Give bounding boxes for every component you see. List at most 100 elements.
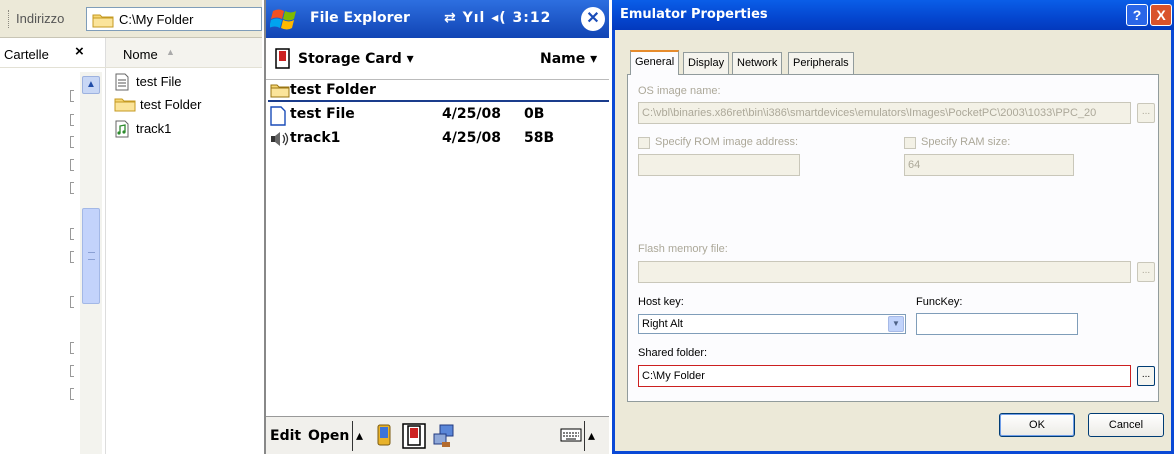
item-date: 4/25/08 xyxy=(442,106,501,122)
pocket-pc-file-explorer: File Explorer ⇄ Yıl ◂( 3:12 ✕ Storage Ca… xyxy=(264,0,609,454)
cancel-button[interactable]: Cancel xyxy=(1088,413,1164,437)
tree-connector xyxy=(70,90,74,102)
scroll-up-button[interactable]: ▲ xyxy=(82,76,100,94)
funckey-label: FuncKey: xyxy=(916,296,963,308)
item-date: 4/25/08 xyxy=(442,130,501,146)
rom-address-checkbox[interactable] xyxy=(638,137,650,149)
tab-general[interactable]: General xyxy=(630,50,680,75)
speaker-icon xyxy=(271,132,289,146)
flash-memory-input[interactable] xyxy=(638,261,1131,283)
files-pane: Nome ▲ test File test Folder track1 xyxy=(106,38,262,454)
flash-memory-label: Flash memory file: xyxy=(638,243,728,255)
host-key-value: Right Alt xyxy=(642,318,683,330)
windows-explorer-window: Indirizzo C:\My Folder Cartelle × ▲ Nome… xyxy=(0,0,262,454)
flash-browse-button[interactable]: ... xyxy=(1137,262,1155,282)
file-list-item[interactable]: test Folder xyxy=(110,94,260,116)
address-label: Indirizzo xyxy=(16,11,65,26)
rom-address-input[interactable] xyxy=(638,154,800,176)
scroll-grip xyxy=(88,252,95,260)
shared-folder-label: Shared folder: xyxy=(638,347,708,359)
tree-connector xyxy=(70,388,74,400)
edit-menu[interactable]: Edit xyxy=(270,428,301,444)
tree-connector xyxy=(70,251,74,263)
item-size: 0B xyxy=(524,106,545,122)
folders-pane: Cartelle × ▲ xyxy=(0,38,106,454)
keyboard-icon[interactable] xyxy=(560,423,582,447)
folders-pane-header: Cartelle × xyxy=(0,38,106,68)
emulator-properties-dialog: Emulator Properties ? X General Display … xyxy=(612,0,1174,454)
host-key-label: Host key: xyxy=(638,296,684,308)
tree-connector xyxy=(70,296,74,308)
network-icon[interactable] xyxy=(432,423,456,449)
help-button[interactable]: ? xyxy=(1126,4,1148,26)
folders-scrollbar[interactable]: ▲ xyxy=(80,72,102,454)
pocket-title: File Explorer xyxy=(310,10,410,26)
pocket-device-icon[interactable] xyxy=(376,423,392,447)
music-file-icon xyxy=(115,120,129,138)
name-column-label: Nome xyxy=(123,47,158,62)
tab-peripherals[interactable]: Peripherals xyxy=(788,52,854,74)
folder-icon xyxy=(114,98,136,112)
menu-separator xyxy=(352,421,353,451)
tree-connector xyxy=(70,182,74,194)
input-panel-arrow[interactable]: ▴ xyxy=(588,428,595,444)
file-name: test Folder xyxy=(140,97,202,112)
pocket-list-item[interactable]: test Folder xyxy=(268,80,609,102)
tab-display[interactable]: Display xyxy=(683,52,730,74)
status-indicators[interactable]: ⇄ Yıl ◂( 3:12 xyxy=(444,10,551,26)
tab-network[interactable]: Network xyxy=(732,52,783,74)
os-image-input[interactable]: C:\vbl\binaries.x86ret\bin\i386\smartdev… xyxy=(638,102,1131,124)
host-key-select[interactable]: Right Alt ▼ xyxy=(638,314,906,334)
address-bar: Indirizzo C:\My Folder xyxy=(0,0,262,38)
file-name: test File xyxy=(136,74,182,89)
storage-card-icon xyxy=(275,48,290,69)
ok-button[interactable]: OK xyxy=(999,413,1075,437)
close-button[interactable]: X xyxy=(1150,4,1172,26)
file-list-item[interactable]: track1 xyxy=(110,118,260,140)
folder-icon xyxy=(270,84,290,98)
file-list-item[interactable]: test File xyxy=(110,71,260,93)
dialog-title-bar: Emulator Properties ? X xyxy=(612,0,1174,30)
windows-flag-icon[interactable] xyxy=(270,6,302,32)
pocket-title-bar: File Explorer ⇄ Yıl ◂( 3:12 ✕ xyxy=(266,0,609,38)
toolbar-grip[interactable] xyxy=(8,10,10,28)
ram-size-input[interactable]: 64 xyxy=(904,154,1074,176)
item-name: track1 xyxy=(290,130,341,146)
shared-folder-browse-button[interactable]: ... xyxy=(1137,366,1155,386)
folder-icon xyxy=(92,14,114,28)
tree-connector xyxy=(70,159,74,171)
item-size: 58B xyxy=(524,130,555,146)
pocket-list-item[interactable]: track1 4/25/08 58B xyxy=(268,128,609,150)
sort-dropdown[interactable]: Name ▾ xyxy=(540,51,597,67)
address-input[interactable]: C:\My Folder xyxy=(86,7,262,31)
item-name: test File xyxy=(290,106,355,122)
menu-separator xyxy=(584,421,585,451)
up-arrow-button[interactable]: ▴ xyxy=(356,428,363,444)
funckey-input[interactable] xyxy=(916,313,1078,335)
general-tab-panel: OS image name: C:\vbl\binaries.x86ret\bi… xyxy=(627,74,1159,402)
rom-address-label: Specify ROM image address: xyxy=(655,136,799,148)
ram-size-checkbox[interactable] xyxy=(904,137,916,149)
os-image-label: OS image name: xyxy=(638,85,721,97)
pocket-menu-bar: Edit Open ▴ ▴ xyxy=(266,416,609,454)
tree-connector xyxy=(70,342,74,354)
chevron-down-icon[interactable]: ▼ xyxy=(888,316,904,332)
storage-card-icon[interactable] xyxy=(402,423,426,449)
close-icon[interactable]: ✕ xyxy=(581,7,605,31)
scroll-thumb[interactable] xyxy=(82,208,100,304)
folders-pane-title: Cartelle xyxy=(4,47,49,62)
tree-connector xyxy=(70,365,74,377)
shared-folder-input[interactable]: C:\My Folder xyxy=(638,365,1131,387)
location-dropdown[interactable]: Storage Card ▾ xyxy=(298,51,414,67)
pocket-list-item[interactable]: test File 4/25/08 0B xyxy=(268,104,609,126)
open-menu[interactable]: Open xyxy=(308,428,349,444)
item-name: test Folder xyxy=(290,82,376,98)
file-name: track1 xyxy=(136,121,172,136)
dialog-title: Emulator Properties xyxy=(620,7,768,22)
document-icon xyxy=(270,106,286,126)
os-image-browse-button[interactable]: ... xyxy=(1137,103,1155,123)
tree-connector xyxy=(70,228,74,240)
location-bar: Storage Card ▾ Name ▾ xyxy=(266,38,609,80)
name-column-header[interactable]: Nome ▲ xyxy=(106,38,262,68)
close-icon[interactable]: × xyxy=(75,43,84,60)
